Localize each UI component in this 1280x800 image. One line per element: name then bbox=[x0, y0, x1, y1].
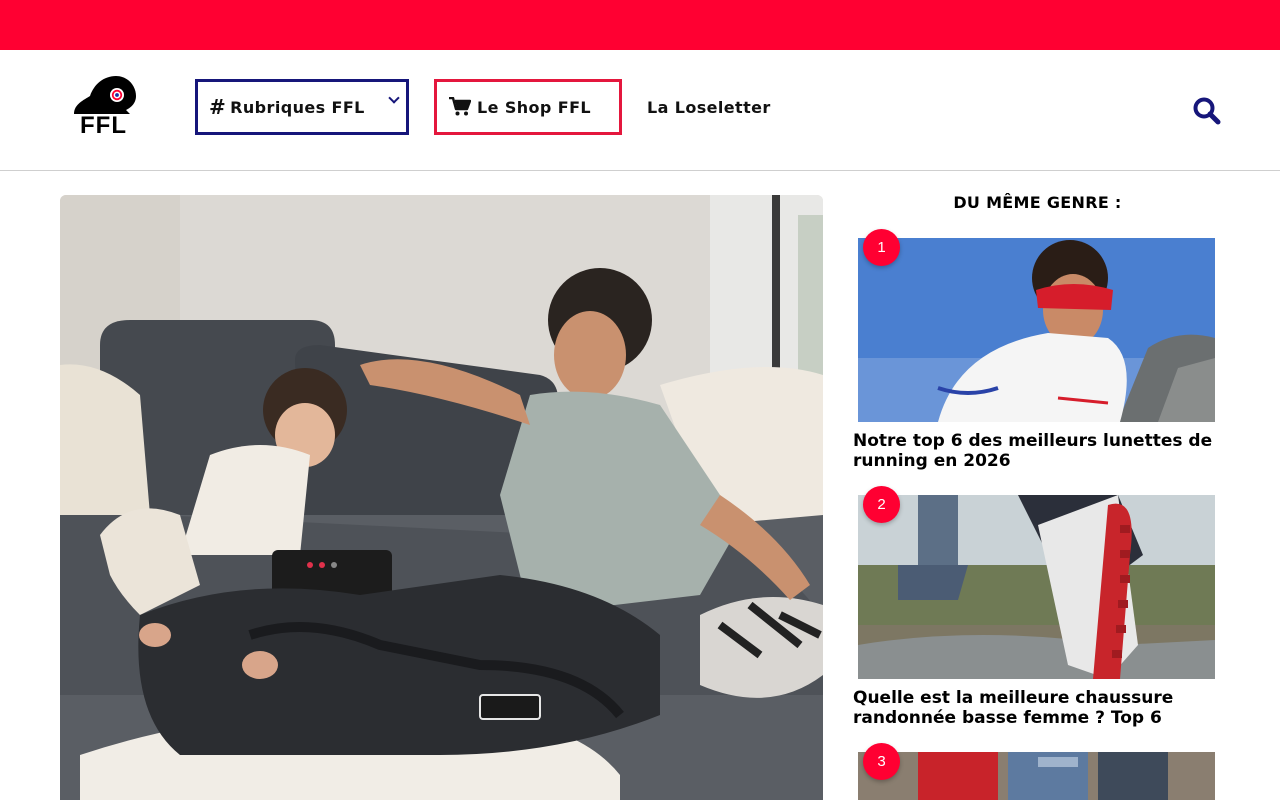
related-card-title[interactable]: Quelle est la meilleure chaussure randon… bbox=[853, 688, 1223, 728]
related-card-image[interactable] bbox=[858, 495, 1215, 679]
hash-icon: # bbox=[209, 95, 227, 119]
rank-badge: 1 bbox=[863, 229, 900, 266]
hero-image[interactable] bbox=[60, 195, 823, 800]
rank-badge: 3 bbox=[863, 743, 900, 780]
hiking-shoe-photo bbox=[858, 495, 1215, 679]
logo-text: FFL bbox=[80, 112, 127, 139]
related-card-title[interactable]: Notre top 6 des meilleurs lunettes de ru… bbox=[853, 431, 1223, 471]
rubriques-label: Rubriques FFL bbox=[230, 97, 365, 117]
runner-sunglasses-photo bbox=[858, 238, 1215, 422]
related-card-image[interactable] bbox=[858, 238, 1215, 422]
newsletter-link[interactable]: La Loseletter bbox=[647, 79, 807, 135]
related-card-image[interactable] bbox=[858, 752, 1215, 800]
ffl-logo[interactable]: FFL bbox=[70, 74, 140, 146]
shop-button[interactable]: Le Shop FFL bbox=[434, 79, 622, 135]
chevron-down-icon bbox=[388, 92, 400, 104]
top-banner bbox=[0, 0, 1280, 50]
sidebar-title: DU MÊME GENRE : bbox=[953, 193, 1122, 212]
site-header: FFL # Rubriques FFL Le Shop FFL La Losel… bbox=[0, 50, 1280, 171]
rubriques-menu-button[interactable]: # Rubriques FFL bbox=[195, 79, 409, 135]
cart-icon bbox=[449, 97, 471, 116]
hero-photo bbox=[60, 195, 823, 800]
search-button[interactable] bbox=[1192, 96, 1222, 126]
rank-badge: 2 bbox=[863, 486, 900, 523]
newsletter-label: La Loseletter bbox=[647, 97, 771, 117]
search-icon bbox=[1193, 97, 1221, 125]
shop-label: Le Shop FFL bbox=[477, 97, 592, 117]
hikers-photo bbox=[858, 752, 1215, 800]
